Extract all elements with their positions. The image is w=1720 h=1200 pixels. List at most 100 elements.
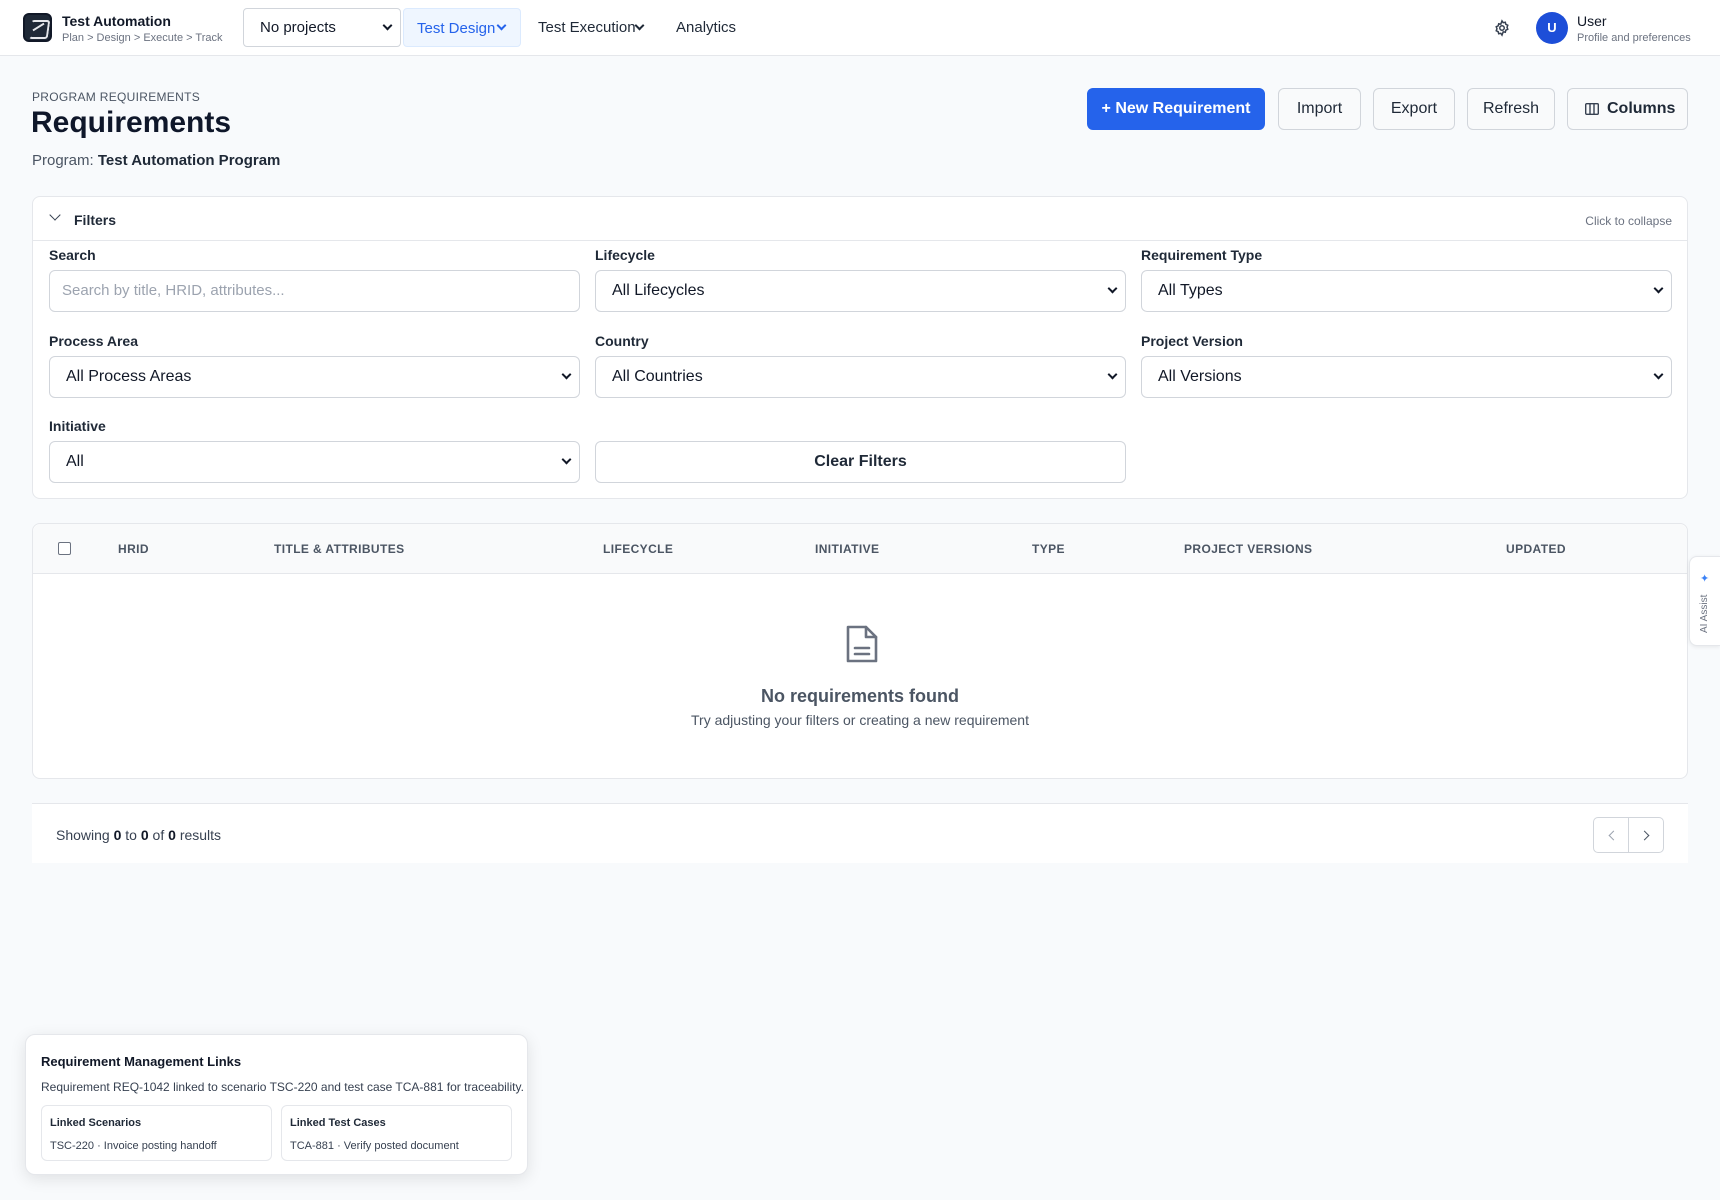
column-type[interactable]: TYPE	[1032, 542, 1065, 556]
gear-icon[interactable]	[1493, 19, 1511, 37]
page-title: Requirements	[31, 106, 232, 139]
new-requirement-button[interactable]: + New Requirement	[1087, 88, 1265, 130]
page-eyebrow: PROGRAM REQUIREMENTS	[32, 90, 201, 104]
chevron-down-icon[interactable]	[634, 20, 645, 31]
requirement-type-label: Requirement Type	[1141, 247, 1263, 263]
filters-title: Filters	[74, 212, 117, 228]
links-card-description: Requirement REQ-1042 linked to scenario …	[41, 1080, 524, 1094]
nav-analytics[interactable]: Analytics	[676, 19, 736, 36]
refresh-button[interactable]: Refresh	[1467, 88, 1555, 130]
avatar[interactable]: U	[1536, 12, 1568, 44]
linked-scenarios-label: Linked Scenarios	[50, 1117, 142, 1129]
search-placeholder: Search by title, HRID, attributes...	[62, 282, 285, 299]
requirement-links-card: Requirement Management Links Requirement…	[25, 1034, 528, 1175]
of-word: of	[152, 827, 165, 843]
linked-scenarios-box[interactable]: Linked Scenarios TSC-220 · Invoice posti…	[41, 1105, 272, 1161]
linked-scenarios-value: TSC-220 · Invoice posting handoff	[50, 1140, 217, 1152]
requirement-type-value: All Types	[1158, 282, 1223, 299]
linked-test-cases-label: Linked Test Cases	[290, 1117, 386, 1129]
chevron-down-icon	[1653, 369, 1664, 380]
top-navigation: Test Automation Plan > Design > Execute …	[0, 0, 1720, 56]
import-button[interactable]: Import	[1278, 88, 1361, 130]
pagination-bar: Showing 0 to 0 of 0 results	[32, 803, 1688, 863]
column-initiative[interactable]: INITIATIVE	[815, 542, 879, 556]
project-select[interactable]: No projects	[243, 8, 401, 47]
search-label: Search	[49, 247, 96, 263]
sparkle-icon: ✦	[1700, 573, 1710, 585]
clear-filters-button[interactable]: Clear Filters	[595, 441, 1126, 483]
chevron-down-icon	[1653, 283, 1664, 294]
filters-panel: Filters Click to collapse Search Search …	[32, 196, 1688, 499]
country-select[interactable]: All Countries	[595, 356, 1126, 398]
process-area-select[interactable]: All Process Areas	[49, 356, 580, 398]
column-title-attributes[interactable]: TITLE & ATTRIBUTES	[274, 542, 405, 556]
results-to: 0	[140, 827, 149, 843]
select-all-checkbox[interactable]	[58, 542, 71, 555]
column-hrid[interactable]: HRID	[118, 542, 149, 556]
lifecycle-select[interactable]: All Lifecycles	[595, 270, 1126, 312]
previous-page-button[interactable]	[1593, 817, 1629, 853]
project-version-label: Project Version	[1141, 333, 1243, 349]
empty-state-title: No requirements found	[760, 686, 959, 706]
user-subtitle: Profile and preferences	[1577, 32, 1691, 44]
project-select-value: No projects	[260, 19, 336, 36]
country-label: Country	[595, 333, 649, 349]
filters-header[interactable]: Filters Click to collapse	[33, 197, 1687, 241]
program-line: Program: Test Automation Program	[32, 152, 280, 169]
columns-icon	[1585, 103, 1599, 115]
initiative-label: Initiative	[49, 418, 106, 434]
country-value: All Countries	[612, 368, 703, 385]
nav-test-design-label: Test Design	[417, 20, 496, 37]
nav-test-design[interactable]: Test Design	[403, 8, 521, 47]
table-header: HRID TITLE & ATTRIBUTES LIFECYCLE INITIA…	[33, 524, 1687, 574]
showing-word: Showing	[56, 827, 110, 843]
requirements-table: HRID TITLE & ATTRIBUTES LIFECYCLE INITIA…	[32, 523, 1688, 779]
results-total: 0	[168, 827, 176, 843]
chevron-down-icon	[49, 209, 61, 221]
to-word: to	[125, 827, 137, 843]
results-from: 0	[113, 827, 122, 843]
chevron-down-icon	[1107, 369, 1118, 380]
project-version-value: All Versions	[1158, 368, 1242, 385]
columns-button[interactable]: Columns	[1567, 88, 1688, 130]
app-subtitle: Plan > Design > Execute > Track	[62, 32, 223, 44]
lifecycle-label: Lifecycle	[595, 247, 655, 263]
linked-test-cases-value: TCA-881 · Verify posted document	[290, 1140, 459, 1152]
empty-state-subtitle: Try adjusting your filters or creating a…	[691, 712, 1029, 728]
document-icon	[846, 625, 878, 663]
ai-assist-tab[interactable]: ✦ AI Assist	[1689, 556, 1720, 646]
columns-button-label: Columns	[1607, 100, 1676, 117]
column-lifecycle[interactable]: LIFECYCLE	[603, 542, 673, 556]
initiative-select[interactable]: All	[49, 441, 580, 483]
chevron-down-icon	[382, 20, 393, 31]
export-button[interactable]: Export	[1373, 88, 1455, 130]
nav-test-execution-label: Test Execution	[538, 19, 636, 36]
linked-test-cases-box[interactable]: Linked Test Cases TCA-881 · Verify poste…	[281, 1105, 512, 1161]
program-name: Test Automation Program	[97, 152, 281, 169]
app-title: Test Automation	[62, 13, 171, 29]
user-name[interactable]: User	[1577, 13, 1607, 29]
lifecycle-value: All Lifecycles	[612, 282, 705, 299]
requirement-type-select[interactable]: All Types	[1141, 270, 1672, 312]
process-area-label: Process Area	[49, 333, 138, 349]
links-card-title: Requirement Management Links	[41, 1054, 242, 1069]
chevron-right-icon	[1639, 830, 1650, 841]
app-logo[interactable]	[23, 13, 52, 42]
results-summary: Showing 0 to 0 of 0 results	[56, 827, 221, 843]
program-prefix: Program:	[32, 152, 94, 169]
column-project-versions[interactable]: PROJECT VERSIONS	[1184, 542, 1312, 556]
nav-analytics-label: Analytics	[676, 19, 737, 36]
chevron-down-icon	[1107, 283, 1118, 294]
ai-assist-label: AI Assist	[1699, 594, 1710, 633]
chevron-down-icon	[496, 20, 507, 31]
chevron-down-icon	[561, 454, 572, 465]
search-input[interactable]: Search by title, HRID, attributes...	[49, 270, 580, 312]
next-page-button[interactable]	[1628, 817, 1664, 853]
results-word: results	[179, 827, 222, 843]
chevron-down-icon	[561, 369, 572, 380]
column-updated[interactable]: UPDATED	[1506, 542, 1566, 556]
project-version-select[interactable]: All Versions	[1141, 356, 1672, 398]
process-area-value: All Process Areas	[66, 368, 192, 385]
nav-test-execution[interactable]: Test Execution	[538, 19, 636, 36]
initiative-value: All	[66, 453, 84, 470]
